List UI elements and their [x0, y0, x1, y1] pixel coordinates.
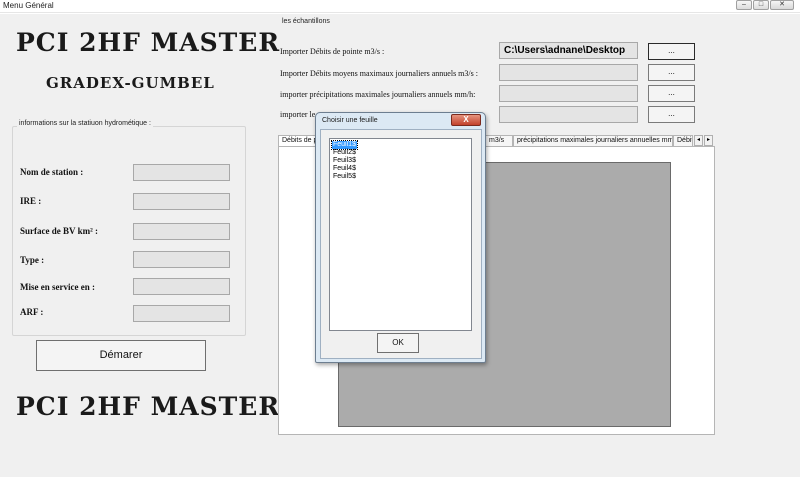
window-titlebar: Menu Général – □ ✕: [0, 0, 800, 13]
sheet-list-item[interactable]: Feuil5$: [332, 173, 357, 181]
close-button[interactable]: ✕: [770, 0, 794, 10]
station-info-group-title: informations sur la statiuon hydrométiqu…: [17, 120, 153, 127]
sheet-list-item[interactable]: Feuil1$: [331, 140, 358, 150]
browse-precipitation-button[interactable]: ...: [648, 85, 695, 102]
sheet-list-item[interactable]: Feuil3$: [332, 157, 357, 165]
service-date-label: Mise en service en :: [20, 282, 95, 292]
start-button[interactable]: Démarer: [36, 340, 206, 371]
arf-field[interactable]: [133, 305, 230, 322]
app-logo-bottom: PCI 2HF MASTER: [16, 392, 281, 421]
bv-surface-field[interactable]: [133, 223, 230, 240]
browse-mean-flows-button[interactable]: ...: [648, 64, 695, 81]
type-field[interactable]: [133, 251, 230, 268]
app-logo-top: PCI 2HF MASTER: [16, 28, 281, 57]
fourth-path-field[interactable]: [499, 106, 638, 123]
bv-surface-label: Surface de BV km² :: [20, 226, 99, 236]
samples-group-title: les échantillons: [282, 18, 330, 25]
minimize-button[interactable]: –: [736, 0, 752, 10]
window-title: Menu Général: [3, 1, 54, 10]
ire-label: IRE :: [20, 196, 42, 206]
precipitation-path-field[interactable]: [499, 85, 638, 102]
choose-sheet-dialog: Choisir une feuille X Feuil1$ Feuil2$ Feui…: [315, 112, 486, 363]
ok-button[interactable]: OK: [377, 333, 419, 353]
type-label: Type :: [20, 255, 45, 265]
import-precipitation-label: importer précipitations maximales journa…: [280, 90, 476, 99]
tab-scroll-left-icon[interactable]: ◂: [694, 135, 703, 146]
app-logo-subtitle: GRADEX-GUMBEL: [46, 74, 215, 92]
sheet-list-item[interactable]: Feuil2$: [332, 149, 357, 157]
station-name-label: Nom de station :: [20, 167, 84, 177]
sheet-list-item[interactable]: Feuil4$: [332, 165, 357, 173]
mean-flows-path-field[interactable]: [499, 64, 638, 81]
browse-fourth-button[interactable]: ...: [648, 106, 695, 123]
dialog-title: Choisir une feuille: [322, 117, 378, 124]
dialog-body: Feuil1$ Feuil2$ Feuil3$ Feuil4$ Feuil5$ OK: [320, 129, 482, 359]
import-fourth-label: importer le: [280, 110, 316, 119]
sheet-list[interactable]: Feuil1$ Feuil2$ Feuil3$ Feuil4$ Feuil5$: [329, 138, 472, 331]
import-mean-flows-label: Importer Débits moyens maximaux journali…: [280, 69, 478, 78]
maximize-button[interactable]: □: [753, 0, 769, 10]
browse-peak-flows-button[interactable]: ...: [648, 43, 695, 60]
tab-scroll-right-icon[interactable]: ▸: [704, 135, 713, 146]
arf-label: ARF :: [20, 307, 44, 317]
station-name-field[interactable]: [133, 164, 230, 181]
import-peak-flows-label: Importer Débits de pointe m3/s :: [280, 47, 385, 56]
dialog-close-button[interactable]: X: [451, 114, 481, 126]
service-date-field[interactable]: [133, 278, 230, 295]
ire-field[interactable]: [133, 193, 230, 210]
window-controls: – □ ✕: [735, 0, 794, 10]
peak-flows-path-field[interactable]: C:\Users\adnane\Desktop: [499, 42, 638, 59]
